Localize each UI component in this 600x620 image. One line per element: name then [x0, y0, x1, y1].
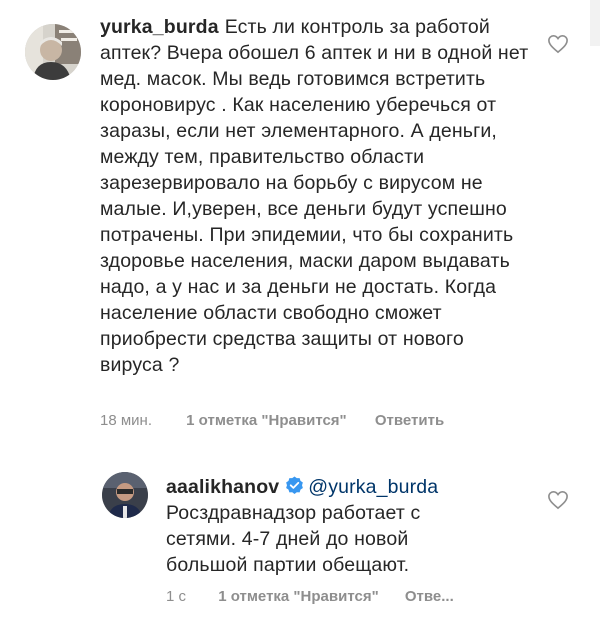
heart-icon[interactable]: [547, 34, 569, 54]
reply-reply-button[interactable]: Отве...: [405, 588, 454, 605]
avatar[interactable]: [25, 24, 81, 80]
comment-username[interactable]: yurka_burda: [100, 16, 219, 38]
reply-mention[interactable]: @yurka_burda: [308, 476, 438, 498]
comment-text: Есть ли контроль за работой аптек? Вчера…: [100, 16, 529, 376]
reply-text: Росздравнадзор работает с сетями. 4-7 дн…: [166, 502, 421, 576]
avatar-image: [25, 24, 81, 80]
heart-icon[interactable]: [547, 490, 569, 510]
reply-meta: 1 с 1 отметка "Нравится" Отве...: [166, 588, 454, 605]
comment-time: 18 мин.: [100, 412, 152, 429]
reply-username[interactable]: aaalikhanov: [166, 476, 279, 498]
reply-likes-count[interactable]: 1 отметка "Нравится": [218, 588, 379, 605]
reply-avatar-image: [102, 472, 148, 518]
reply-button[interactable]: Ответить: [375, 412, 444, 429]
verified-badge-icon: [285, 476, 304, 495]
comment-likes-count[interactable]: 1 отметка "Нравится": [186, 412, 347, 429]
scroll-edge: [590, 0, 600, 46]
reply-time: 1 с: [166, 588, 187, 605]
reply-avatar[interactable]: [102, 472, 148, 518]
reply-body: aaalikhanov @yurka_burda Росздравнадзор р…: [166, 474, 466, 578]
comment-body: yurka_burda Есть ли контроль за работой а…: [100, 14, 530, 378]
comment-meta: 18 мин. 1 отметка "Нравится" Ответить: [100, 412, 444, 429]
